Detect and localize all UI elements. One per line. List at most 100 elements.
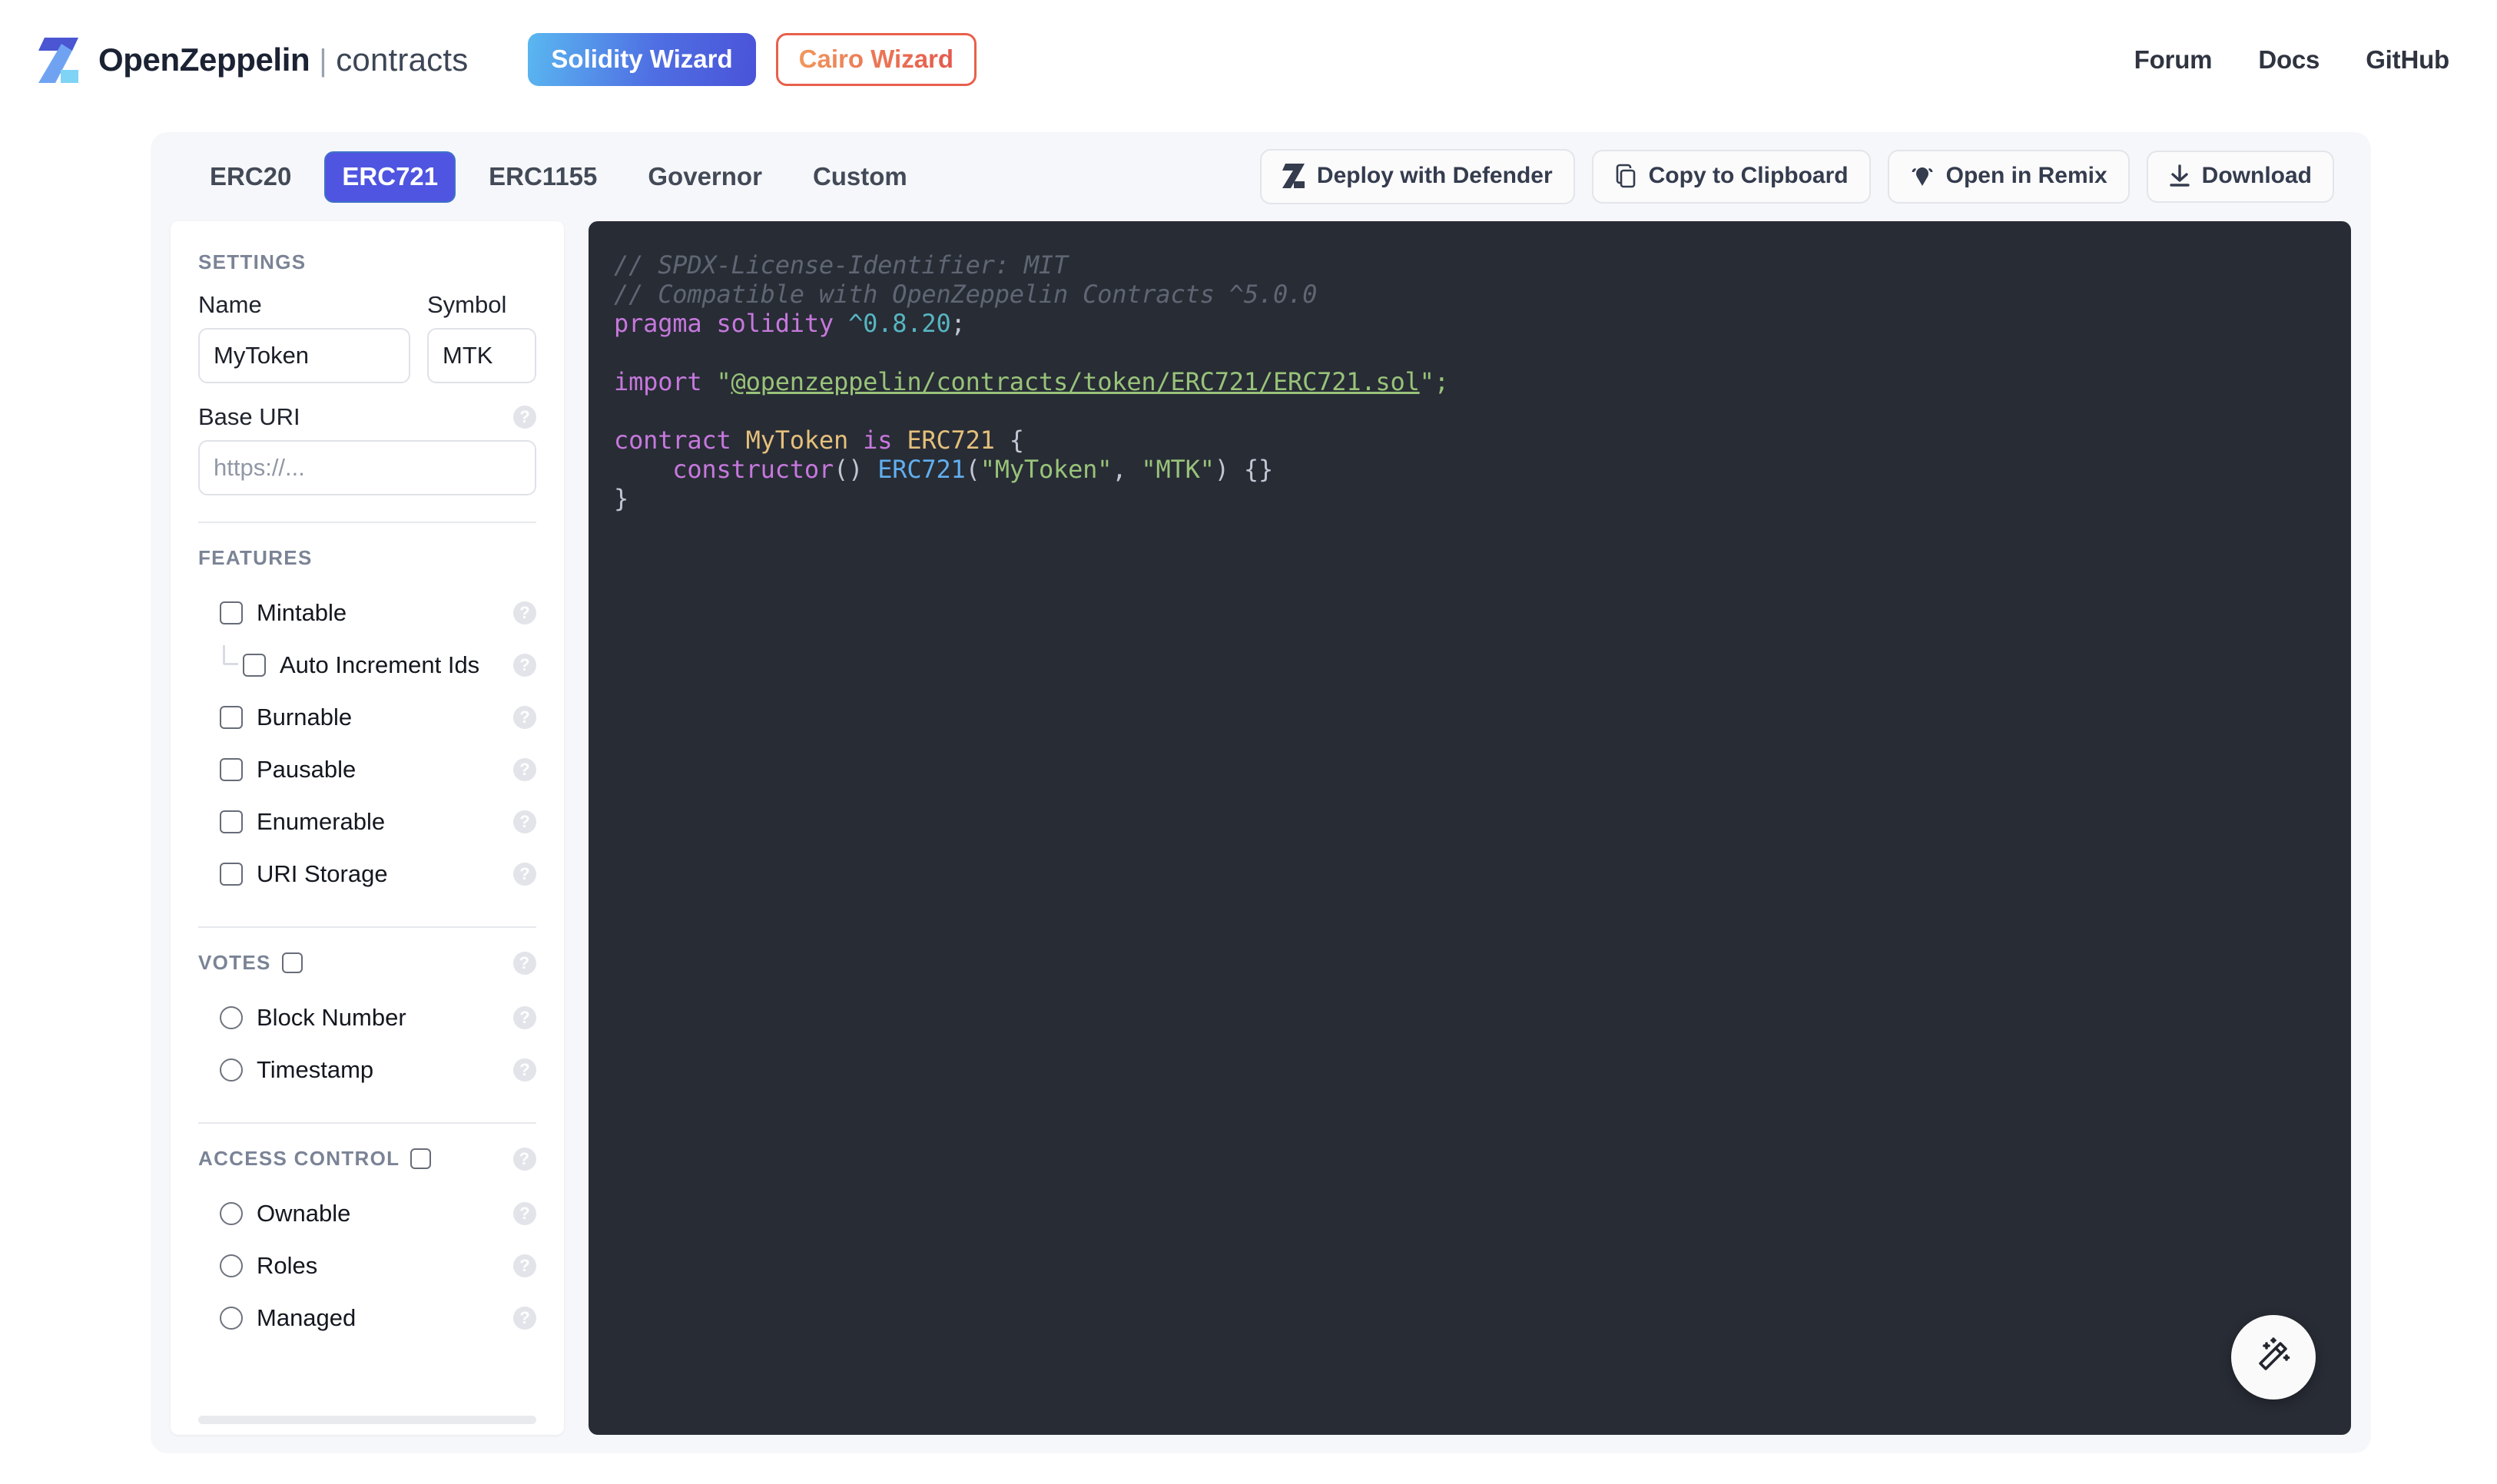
access-control-ownable-row[interactable]: Ownable ? [198,1188,536,1240]
brand-name: OpenZeppelin [98,41,310,78]
magic-wand-icon [2253,1335,2294,1380]
timestamp-help-icon[interactable]: ? [513,1058,536,1082]
tree-connector-icon [223,645,238,665]
ownable-help-icon[interactable]: ? [513,1202,536,1225]
download-button[interactable]: Download [2146,151,2334,203]
mintable-checkbox[interactable] [220,601,243,624]
votes-block-number-row[interactable]: Block Number ? [198,992,536,1044]
nav-link-docs[interactable]: Docs [2258,45,2320,75]
tab-erc20[interactable]: ERC20 [192,151,309,203]
auto-increment-ids-help-icon[interactable]: ? [513,654,536,677]
uri-storage-help-icon[interactable]: ? [513,863,536,886]
open-in-remix-button[interactable]: Open in Remix [1887,150,2130,204]
name-symbol-row: Name Symbol [198,291,536,383]
access-control-section-title[interactable]: ACCESS CONTROL ? [198,1147,536,1171]
block-number-radio[interactable] [220,1006,243,1029]
base-uri-help-icon[interactable]: ? [513,406,536,429]
pausable-checkbox[interactable] [220,758,243,781]
code-keyword-pragma: pragma solidity [614,309,849,338]
settings-title-text: SETTINGS [198,250,307,273]
burnable-help-icon[interactable]: ? [513,706,536,729]
settings-sidebar[interactable]: SETTINGS Name Symbol Base URI ? [171,221,564,1435]
tab-erc1155[interactable]: ERC1155 [471,151,615,203]
managed-radio[interactable] [220,1307,243,1330]
tab-erc721[interactable]: ERC721 [324,151,456,203]
roles-help-icon[interactable]: ? [513,1254,536,1277]
openzeppelin-z-logo-icon [38,36,81,84]
code-import-path-link[interactable]: @openzeppelin/contracts/token/ERC721/ERC… [731,367,1420,396]
open-in-remix-label: Open in Remix [1945,163,2107,188]
download-icon [2169,164,2190,187]
enumerable-checkbox[interactable] [220,810,243,833]
timestamp-label: Timestamp [257,1056,374,1083]
sidebar-horizontal-scrollbar[interactable] [198,1416,536,1424]
managed-label: Managed [257,1304,356,1331]
name-field-group: Name [198,291,410,383]
code-ctor-comma: , [1112,455,1142,484]
wizard-toolbar: ERC20 ERC721 ERC1155 Governor Custom Dep… [151,132,2371,221]
brand-subtitle: contracts [336,41,469,78]
code-ctor-paren-close: ) {} [1214,455,1274,484]
votes-section-title[interactable]: VOTES ? [198,951,536,975]
access-control-checkbox[interactable] [410,1148,432,1169]
feature-enumerable-row[interactable]: Enumerable ? [198,796,536,848]
tab-governor[interactable]: Governor [630,151,780,203]
feature-mintable-row[interactable]: Mintable ? [198,587,536,639]
code-editor[interactable]: // SPDX-License-Identifier: MIT // Compa… [589,221,2351,1435]
base-uri-label: Base URI [198,403,300,430]
roles-radio[interactable] [220,1254,243,1277]
uri-storage-checkbox[interactable] [220,863,243,886]
votes-title-text: VOTES [198,951,271,974]
tab-custom[interactable]: Custom [795,151,925,203]
code-ctor-parens: () [834,455,878,484]
deploy-with-defender-button[interactable]: Deploy with Defender [1259,149,1575,204]
copy-icon [1614,164,1637,188]
mintable-label: Mintable [257,599,347,626]
code-import-quote-open: " [716,367,731,396]
votes-timestamp-row[interactable]: Timestamp ? [198,1044,536,1096]
votes-help-icon[interactable]: ? [513,951,536,975]
code-semicolon-1: ; [950,309,966,338]
access-control-roles-row[interactable]: Roles ? [198,1240,536,1292]
wizard-panel: ERC20 ERC721 ERC1155 Governor Custom Dep… [151,132,2371,1453]
pausable-help-icon[interactable]: ? [513,758,536,781]
code-brace-close: } [614,484,629,513]
block-number-label: Block Number [257,1004,406,1031]
name-input[interactable] [198,328,410,383]
symbol-field-group: Symbol [427,291,536,383]
ownable-radio[interactable] [220,1202,243,1225]
symbol-input[interactable] [427,328,536,383]
access-control-managed-row[interactable]: Managed ? [198,1292,536,1344]
auto-increment-ids-checkbox[interactable] [243,654,266,677]
feature-uri-storage-row[interactable]: URI Storage ? [198,848,536,900]
cairo-wizard-button[interactable]: Cairo Wizard [775,33,977,86]
ai-assistant-button[interactable] [2231,1315,2316,1400]
nav-link-forum[interactable]: Forum [2134,45,2213,75]
base-uri-field-group: Base URI ? [198,403,536,495]
code-solidity-version: ^0.8.20 [848,309,951,338]
feature-auto-increment-ids-row[interactable]: Auto Increment Ids ? [198,639,536,691]
base-uri-input[interactable] [198,440,536,495]
feature-burnable-row[interactable]: Burnable ? [198,691,536,744]
auto-increment-ids-label: Auto Increment Ids [280,651,480,678]
block-number-help-icon[interactable]: ? [513,1006,536,1029]
code-contract-name: MyToken [745,426,849,455]
code-comment-spdx: // SPDX-License-Identifier: MIT [614,250,1069,280]
solidity-wizard-button[interactable]: Solidity Wizard [528,33,756,86]
copy-to-clipboard-button[interactable]: Copy to Clipboard [1591,150,1871,204]
feature-pausable-row[interactable]: Pausable ? [198,744,536,796]
access-control-title-text: ACCESS CONTROL [198,1147,400,1170]
nav-link-github[interactable]: GitHub [2366,45,2449,75]
timestamp-radio[interactable] [220,1058,243,1082]
code-content: // SPDX-License-Identifier: MIT // Compa… [589,221,2351,513]
enumerable-label: Enumerable [257,808,386,835]
managed-help-icon[interactable]: ? [513,1307,536,1330]
code-keyword-is: is [848,426,907,455]
votes-checkbox[interactable] [281,952,303,973]
mintable-help-icon[interactable]: ? [513,601,536,624]
burnable-checkbox[interactable] [220,706,243,729]
access-control-help-icon[interactable]: ? [513,1147,536,1171]
wizard-body: SETTINGS Name Symbol Base URI ? [171,221,2351,1435]
download-label: Download [2201,163,2312,188]
enumerable-help-icon[interactable]: ? [513,810,536,833]
